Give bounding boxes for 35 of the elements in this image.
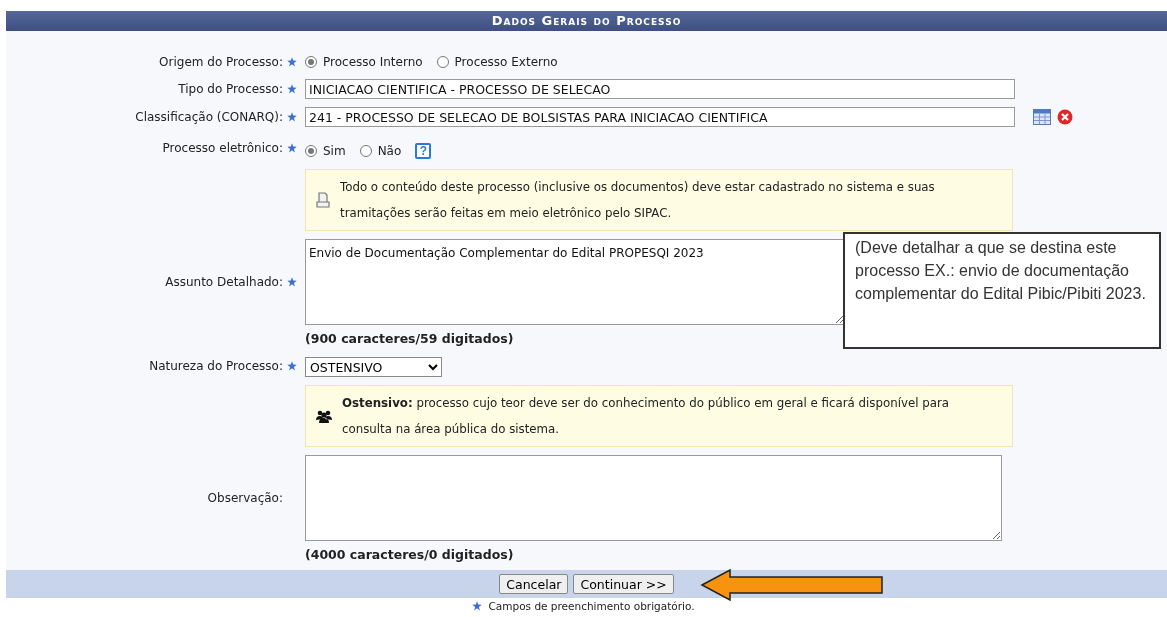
radio-label[interactable]: Processo Interno [323,55,423,69]
text-area[interactable] [305,455,1002,541]
radio-label[interactable]: Sim [323,144,346,158]
info-text: Ostensivo: processo cujo teor deve ser do conhecimento do público em geral e ficará disponível para consulta na área pública do sistema. [342,395,950,438]
text-area[interactable]: Envio de Documentação Complementar do Edital PROPESQI 2023 [305,239,845,325]
text-field[interactable]: 241 - PROCESSO DE SELECAO DE BOLSISTAS PARA INICIACAO CIENTIFICA [305,107,1015,127]
table-icon[interactable] [1033,109,1051,125]
radio-button[interactable] [305,145,317,157]
tooltip: (Deve detalhar a que se destina este processo EX.: envio de documentação complementar do Edital Pibic/Pibiti 2023. [843,232,1161,349]
radio-button[interactable] [359,145,372,157]
help-button[interactable]: ? [415,143,432,159]
field-label: Tipo do Processo: [177,82,284,96]
dropdown[interactable]: OSTENSIVO [305,357,442,377]
info-text: Todo o conteúdo deste processo (inclusive os documentos) deve estar cadastrado no sistema e suas tramitações serão feitas em meio eletrônico pelo SIPAC. [340,179,936,222]
footer-note: Campos de preenchimento obrigatório. [488,600,695,612]
document-icon [316,192,330,208]
field-label: Assunto Detalhado: [164,275,284,289]
char-counter: (900 caracteres/59 digitados) [305,330,515,348]
form-button[interactable]: Continuar >> [573,574,674,594]
field-label: Classificação (CONARQ): [134,110,284,124]
text-field[interactable]: INICIACAO CIENTIFICA - PROCESSO DE SELECAO [305,79,1015,99]
panel-title: Dados Gerais do Processo [6,11,1167,31]
field-label: Natureza do Processo: [148,358,284,373]
char-counter: (4000 caracteres/0 digitados) [305,546,515,564]
field-label: Origem do Processo: [158,55,284,69]
field-label: Observação: [206,491,284,505]
radio-button[interactable] [436,56,449,68]
required-icon [472,601,483,611]
field-label: Processo eletrônico: [161,141,284,155]
clear-icon[interactable] [1057,109,1073,125]
radio-label[interactable]: Processo Externo [454,55,558,69]
radio-button[interactable] [305,56,317,68]
form-button[interactable]: Cancelar [499,574,569,594]
group-icon [316,409,332,423]
radio-label[interactable]: Não [377,144,402,158]
